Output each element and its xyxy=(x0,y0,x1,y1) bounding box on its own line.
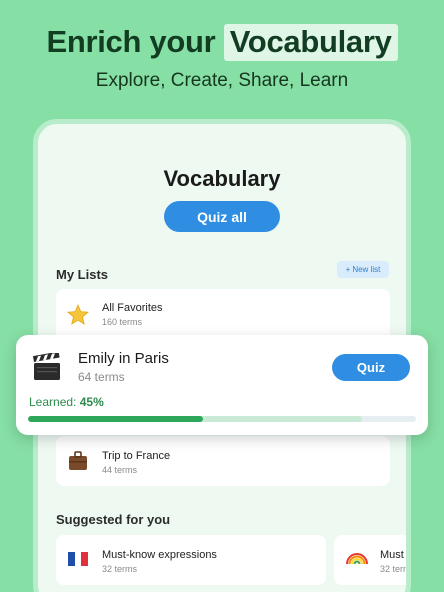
list-title: Emily in Paris xyxy=(78,350,169,367)
suggested-item-expressions[interactable]: Must-know expressions 32 terms xyxy=(56,535,326,585)
list-item-terms: 44 terms xyxy=(102,465,138,475)
star-icon xyxy=(66,303,90,331)
learned-label: Learned: 45% xyxy=(29,395,104,409)
list-item-title: Trip to France xyxy=(102,450,171,462)
my-lists-heading: My Lists xyxy=(56,267,109,282)
list-item-terms: 160 terms xyxy=(102,317,143,327)
list-card-emily-in-paris[interactable]: Emily in Paris 64 terms Quiz Learned: 45… xyxy=(16,335,428,435)
subline: Explore, Create, Share, Learn xyxy=(95,70,349,91)
page-title: Vocabulary xyxy=(163,166,281,191)
learned-text: Learned: xyxy=(29,395,77,409)
suggested-item-second[interactable]: Must 32 terms xyxy=(334,535,411,585)
learned-progress-bar xyxy=(28,416,416,422)
headline-highlight: Vocabulary xyxy=(223,24,398,61)
quiz-all-button[interactable]: Quiz all xyxy=(164,201,280,232)
suitcase-icon xyxy=(66,449,90,477)
suggested-item-title: Must xyxy=(380,549,404,561)
headline: Enrich your Vocabulary xyxy=(0,24,444,61)
progress-fill xyxy=(28,416,203,422)
list-item-title: All Favorites xyxy=(102,302,163,314)
quiz-button[interactable]: Quiz xyxy=(332,354,410,381)
rainbow-icon xyxy=(346,549,368,569)
suggested-item-title: Must-know expressions xyxy=(102,549,217,561)
list-item-favorites[interactable]: All Favorites 160 terms xyxy=(56,289,390,341)
new-list-label: New list xyxy=(352,265,381,274)
list-terms: 64 terms xyxy=(78,370,125,384)
list-item-trip[interactable]: Trip to France 44 terms xyxy=(56,436,390,486)
suggested-heading: Suggested for you xyxy=(56,512,171,527)
new-list-button[interactable]: + New list xyxy=(337,261,389,278)
france-flag-icon xyxy=(68,551,88,571)
headline-text: Enrich your xyxy=(46,24,216,59)
suggested-item-terms: 32 terms xyxy=(380,564,411,574)
learned-value: 45% xyxy=(79,395,104,409)
suggested-item-terms: 32 terms xyxy=(102,564,138,574)
plus-icon: + xyxy=(345,265,351,274)
clapperboard-icon xyxy=(32,351,62,386)
